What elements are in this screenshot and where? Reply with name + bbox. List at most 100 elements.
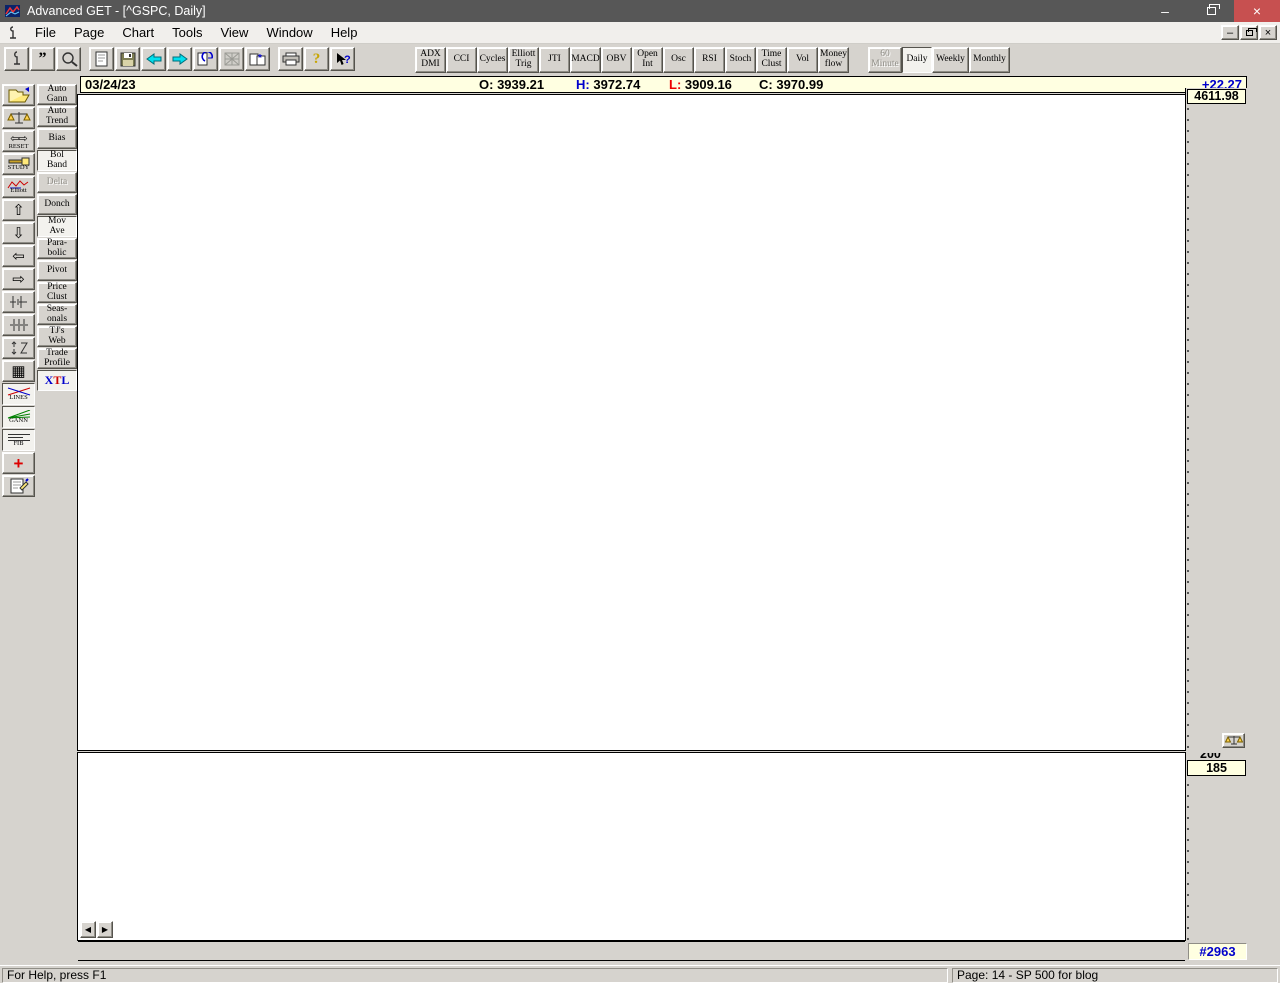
grid-button[interactable]: ▦ <box>2 360 35 382</box>
svg-text:?: ? <box>344 54 351 66</box>
indicator-rsi[interactable]: RSI <box>694 47 725 73</box>
menu-window[interactable]: Window <box>257 22 321 43</box>
menu-chart[interactable]: Chart <box>113 22 163 43</box>
price-axis[interactable]: 4611.98 <box>1185 88 1247 750</box>
arrow-left-button[interactable]: ⇦ <box>2 245 35 267</box>
timeframe-weekly[interactable]: Weekly <box>932 47 969 73</box>
refresh-page-button[interactable] <box>193 47 218 71</box>
indicator-adxdmi[interactable]: ADX DMI <box>415 47 446 73</box>
indicator-cci[interactable]: CCI <box>446 47 477 73</box>
child-close-button[interactable]: × <box>1259 25 1277 40</box>
log-scale-button[interactable] <box>1222 733 1245 748</box>
restore-button[interactable] <box>1188 0 1234 22</box>
gann-button[interactable]: GANN <box>2 406 35 428</box>
oscillator-axis[interactable]: 200 185 <box>1185 753 1247 940</box>
study-priceclust[interactable]: Price Clust <box>37 282 77 303</box>
study-pivot[interactable]: Pivot <box>37 260 77 281</box>
save-page-button[interactable] <box>115 47 140 71</box>
menu-file[interactable]: File <box>26 22 65 43</box>
price-chart[interactable] <box>78 95 1185 750</box>
quote-tool-button[interactable]: ” <box>30 47 55 71</box>
compress-bars-button[interactable] <box>2 291 35 313</box>
price-chart-area[interactable] <box>77 94 1186 751</box>
save-page-icon <box>120 52 136 67</box>
indicator-openint[interactable]: Open Int <box>632 47 663 73</box>
tab-scroll-right-button[interactable]: ▶ <box>97 921 113 938</box>
gann-label: GANN <box>9 416 28 424</box>
menu-help[interactable]: Help <box>322 22 367 43</box>
study-donch[interactable]: Donch <box>37 194 77 215</box>
study-tradeprofile[interactable]: Trade Profile <box>37 348 77 369</box>
minimize-button[interactable]: – <box>1142 0 1188 22</box>
study-xtl[interactable]: XTL <box>37 370 77 391</box>
prev-page-button[interactable] <box>141 47 166 71</box>
expand-bars-button[interactable] <box>2 314 35 336</box>
indicator-vol[interactable]: Vol <box>787 47 818 73</box>
arrow-down-button[interactable]: ⇩ <box>2 222 35 244</box>
print-button[interactable] <box>278 47 303 71</box>
study-movave[interactable]: Mov Ave <box>37 216 77 237</box>
print-icon <box>282 52 300 66</box>
context-help-button[interactable]: ? <box>330 47 355 71</box>
next-page-icon <box>171 52 189 66</box>
indicator-moneyflow[interactable]: Money flow <box>818 47 849 73</box>
study-button[interactable]: STUDY <box>2 153 35 175</box>
child-minimize-button[interactable]: – <box>1221 25 1239 40</box>
window-title: Advanced GET - [^GSPC, Daily] <box>27 4 206 18</box>
arrow-right-button[interactable]: ⇨ <box>2 268 35 290</box>
new-page-button[interactable] <box>89 47 114 71</box>
indicator-stoch[interactable]: Stoch <box>725 47 756 73</box>
crosshair-button[interactable]: + <box>2 452 35 474</box>
lines-button[interactable]: LINES <box>2 383 35 405</box>
menu-page[interactable]: Page <box>65 22 113 43</box>
child-restore-icon <box>1245 27 1257 36</box>
child-restore-button[interactable] <box>1240 25 1258 40</box>
vertical-scale-button[interactable] <box>2 337 35 359</box>
indicator-elliotttrig[interactable]: Elliott Trig <box>508 47 539 73</box>
menu-tools[interactable]: Tools <box>163 22 211 43</box>
reset-button[interactable]: ⇦⇨ RESET <box>2 130 35 152</box>
arrow-left-icon: ⇦ <box>12 247 25 265</box>
oscillator-chart[interactable] <box>78 753 1185 940</box>
magnify-tool-button[interactable] <box>56 47 81 71</box>
study-bolband[interactable]: Bol Band <box>37 150 77 171</box>
vertical-scale-icon <box>9 341 29 355</box>
next-page-button[interactable] <box>167 47 192 71</box>
elliott-button[interactable]: Elliott <box>2 176 35 198</box>
timeframe-monthly[interactable]: Monthly <box>969 47 1010 73</box>
indicator-macd[interactable]: MACD <box>570 47 601 73</box>
menu-view[interactable]: View <box>211 22 257 43</box>
arrow-up-button[interactable]: ⇧ <box>2 199 35 221</box>
properties-button[interactable] <box>2 475 35 497</box>
study-bias[interactable]: Bias <box>37 128 77 149</box>
study-para-bolic[interactable]: Para-bolic <box>37 238 77 259</box>
arrow-right-icon: ⇨ <box>12 270 25 288</box>
scales-button[interactable] <box>2 107 35 129</box>
reset-label: RESET <box>8 142 29 150</box>
pin-tool-button[interactable] <box>4 47 29 71</box>
study-tj-sweb[interactable]: TJ's Web <box>37 326 77 347</box>
open-chart-button[interactable] <box>2 84 35 106</box>
study-seas-onals[interactable]: Seas-onals <box>37 304 77 325</box>
tab-scroll-left-button[interactable]: ◀ <box>80 921 96 938</box>
close-button[interactable]: × <box>1234 0 1280 22</box>
document-icon <box>10 25 16 39</box>
study-autotrend[interactable]: Auto Trend <box>37 106 77 127</box>
svg-text:*: * <box>258 53 262 64</box>
help-button[interactable]: ? <box>304 47 329 71</box>
crosshair-icon: + <box>13 453 24 473</box>
grid-icon: ▦ <box>11 362 26 380</box>
indicator-cycles[interactable]: Cycles <box>477 47 508 73</box>
timeframe-daily[interactable]: Daily <box>902 47 932 73</box>
indicator-jti[interactable]: JTI <box>539 47 570 73</box>
tile-pages-button[interactable]: * <box>245 47 270 71</box>
scales-icon <box>6 110 31 127</box>
study-autogann[interactable]: Auto Gann <box>37 84 77 105</box>
indicator-osc[interactable]: Osc <box>663 47 694 73</box>
oscillator-panel[interactable] <box>77 752 1186 941</box>
indicator-obv[interactable]: OBV <box>601 47 632 73</box>
prev-page-icon <box>145 52 163 66</box>
indicator-timeclust[interactable]: Time Clust <box>756 47 787 73</box>
fib-button[interactable]: FIB <box>2 429 35 451</box>
close-value: C: 3970.99 <box>759 77 824 92</box>
